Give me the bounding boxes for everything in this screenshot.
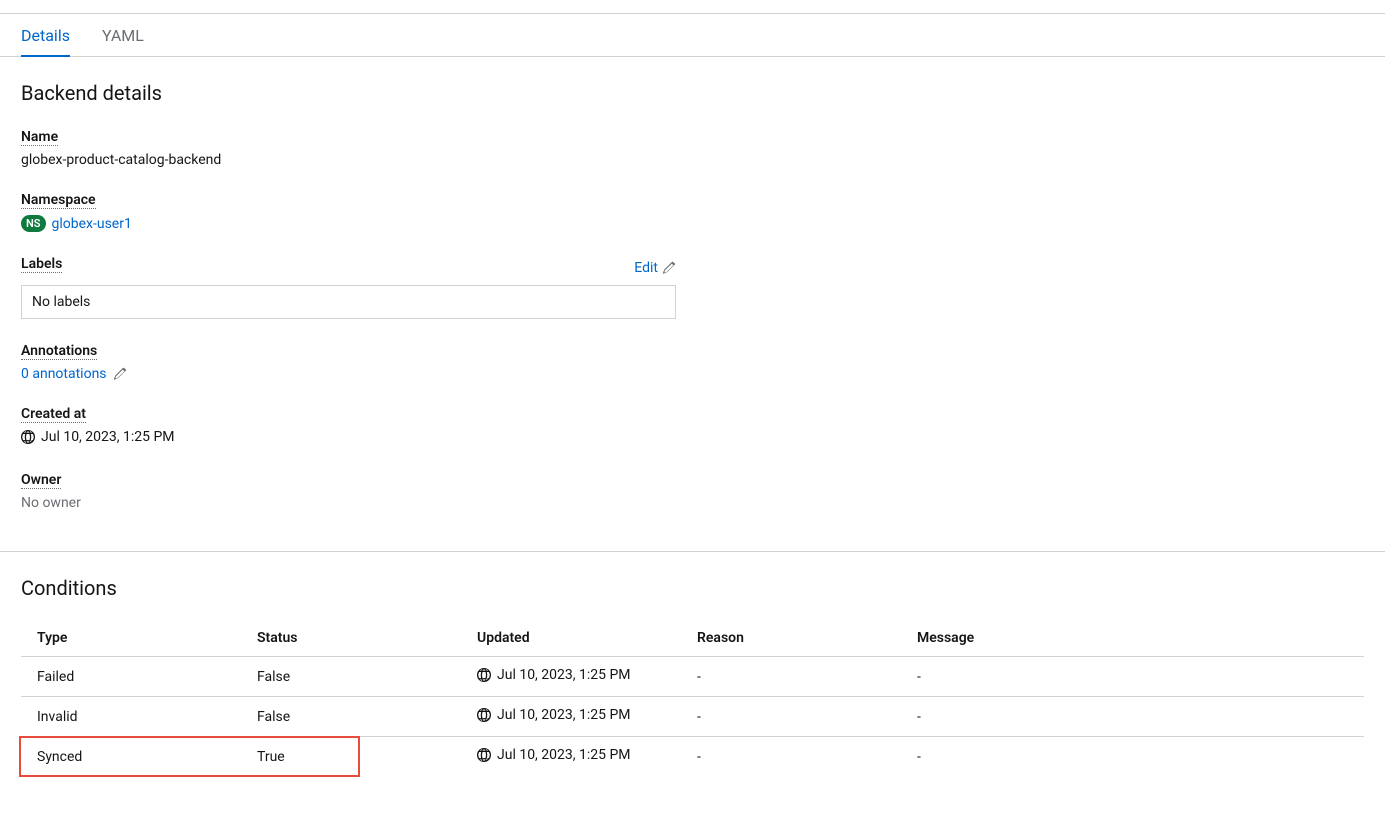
cell-reason: - <box>681 697 901 737</box>
tabs: Details YAML <box>0 14 1385 57</box>
header-type: Type <box>21 620 241 657</box>
value-created: Jul 10, 2023, 1:25 PM <box>41 429 175 445</box>
table-row: InvalidFalseJul 10, 2023, 1:25 PM-- <box>21 697 1364 737</box>
table-row: SyncedTrueJul 10, 2023, 1:25 PM-- <box>21 737 1364 777</box>
edit-labels-button[interactable]: Edit <box>634 260 676 276</box>
cell-reason: - <box>681 737 901 777</box>
conditions-table: Type Status Updated Reason Message Faile… <box>21 620 1364 776</box>
namespace-link[interactable]: globex-user1 <box>52 216 132 232</box>
cell-status: True <box>241 737 461 777</box>
globe-icon <box>477 668 491 682</box>
conditions-section: Conditions Type Status Updated Reason Me… <box>0 552 1385 800</box>
cell-status: False <box>241 657 461 697</box>
globe-icon <box>477 708 491 722</box>
tab-yaml[interactable]: YAML <box>102 14 160 56</box>
section-title: Backend details <box>21 81 1364 105</box>
label-annotations: Annotations <box>21 343 97 360</box>
edit-labels-text: Edit <box>634 260 658 276</box>
cell-status: False <box>241 697 461 737</box>
header-updated: Updated <box>461 620 681 657</box>
labels-box: No labels <box>21 285 676 319</box>
conditions-table-wrapper: Type Status Updated Reason Message Faile… <box>21 620 1364 776</box>
annotations-link[interactable]: 0 annotations <box>21 366 107 382</box>
header-reason: Reason <box>681 620 901 657</box>
cell-reason: - <box>681 657 901 697</box>
value-name: globex-product-catalog-backend <box>21 152 1364 168</box>
cell-type: Synced <box>21 737 241 777</box>
conditions-title: Conditions <box>21 576 1364 600</box>
table-header-row: Type Status Updated Reason Message <box>21 620 1364 657</box>
top-border <box>0 0 1385 14</box>
label-created: Created at <box>21 406 86 423</box>
cell-updated: Jul 10, 2023, 1:25 PM <box>461 697 681 737</box>
details-content: Backend details Name globex-product-cata… <box>0 57 1385 535</box>
label-owner: Owner <box>21 472 61 489</box>
label-namespace: Namespace <box>21 192 96 209</box>
field-labels: Labels Edit No labels <box>21 256 1364 319</box>
tab-details[interactable]: Details <box>21 14 86 56</box>
field-owner: Owner No owner <box>21 472 1364 511</box>
header-status: Status <box>241 620 461 657</box>
label-name: Name <box>21 129 58 146</box>
cell-type: Invalid <box>21 697 241 737</box>
cell-message: - <box>901 697 1364 737</box>
label-labels: Labels <box>21 256 62 273</box>
namespace-badge: NS <box>21 215 46 232</box>
pencil-icon[interactable] <box>113 367 127 381</box>
cell-updated: Jul 10, 2023, 1:25 PM <box>461 737 681 777</box>
pencil-icon <box>662 261 676 275</box>
globe-icon <box>21 430 35 444</box>
cell-updated: Jul 10, 2023, 1:25 PM <box>461 657 681 697</box>
cell-message: - <box>901 657 1364 697</box>
globe-icon <box>477 748 491 762</box>
field-name: Name globex-product-catalog-backend <box>21 129 1364 168</box>
header-message: Message <box>901 620 1364 657</box>
table-row: FailedFalseJul 10, 2023, 1:25 PM-- <box>21 657 1364 697</box>
cell-message: - <box>901 737 1364 777</box>
cell-type: Failed <box>21 657 241 697</box>
field-namespace: Namespace NS globex-user1 <box>21 192 1364 232</box>
field-annotations: Annotations 0 annotations <box>21 343 1364 382</box>
value-owner: No owner <box>21 495 1364 511</box>
field-created: Created at Jul 10, 2023, 1:25 PM <box>21 406 1364 448</box>
